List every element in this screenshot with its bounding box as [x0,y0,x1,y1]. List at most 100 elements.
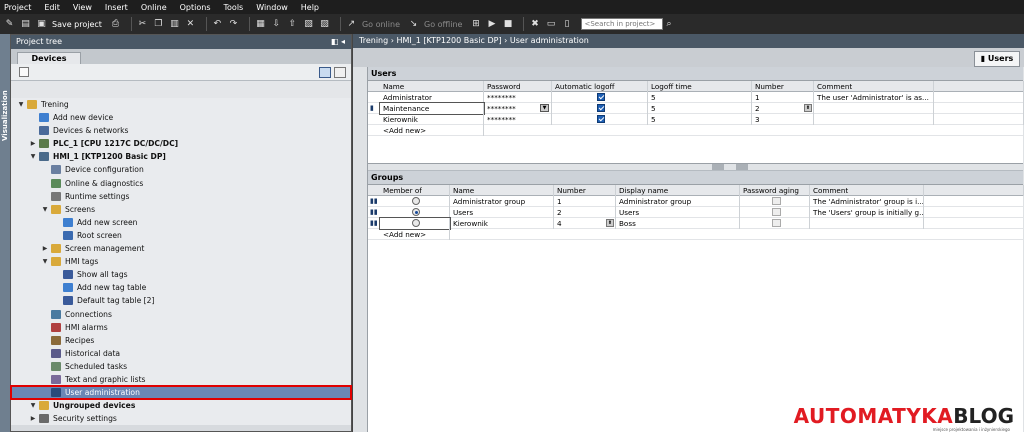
column-header[interactable] [924,185,1024,196]
tree-item[interactable]: Online & diagnostics [11,177,351,190]
upload-icon[interactable]: ⇧ [287,19,298,30]
table-row[interactable]: Administrator ******** 5 1 The user 'Adminis… [368,92,1024,103]
cell-name[interactable]: Administrator [380,92,484,103]
table-row[interactable]: Kierownik ******** 5 3 [368,114,1024,125]
menu-help[interactable]: Help [301,3,319,12]
tree-item[interactable]: Connections [11,308,351,321]
chevron-right-icon[interactable]: ▶ [41,242,49,255]
tree-item[interactable]: Add new device [11,111,351,124]
splitter-handle[interactable] [712,164,724,170]
tree-item[interactable]: ▼ Ungrouped devices [11,399,351,412]
column-header[interactable]: Number [752,81,814,92]
cell-comment[interactable] [810,218,924,229]
tree-item[interactable]: ▶ PLC_1 [CPU 1217C DC/DC/DC] [11,137,351,150]
delete-icon[interactable]: ✕ [185,19,196,30]
column-header[interactable]: Display name [616,185,740,196]
column-header[interactable]: Comment [814,81,934,92]
cell-aging[interactable] [740,207,810,218]
cell-comment[interactable]: The user 'Administrator' is as... [814,92,934,103]
compile-icon[interactable]: ▦ [255,19,266,30]
search-icon[interactable]: ⌕ [663,19,674,30]
tree-item[interactable]: ▼ HMI tags [11,255,351,268]
member-radio[interactable] [412,219,420,227]
cell-password[interactable]: ******** [484,92,552,103]
chevron-down-icon[interactable]: ▼ [29,399,37,412]
column-header[interactable]: Member of [380,185,450,196]
breadcrumb-item[interactable]: Trening [359,36,388,45]
split-horizontal-icon[interactable]: ▭ [545,19,556,30]
paste-icon[interactable]: ▥ [169,19,180,30]
cell-aging[interactable] [740,196,810,207]
cell-number[interactable]: 3 [752,114,814,125]
password-aging-checkbox[interactable] [771,219,781,227]
runtime-icon[interactable]: ▨ [319,19,330,30]
table-row[interactable]: ▮▮ Administrator group 1 Administrator grou… [368,196,1023,207]
visualization-strip[interactable]: Visualization [0,34,10,432]
column-header[interactable] [934,81,1024,92]
column-header[interactable]: Password aging [740,185,810,196]
cell-auto-logoff[interactable] [552,114,648,125]
cell-password[interactable]: ******** ▼ [484,103,552,114]
tree-item[interactable]: Root screen [11,229,351,242]
cell-name[interactable]: Kierownik [450,218,554,229]
cell-number[interactable]: 1 [752,92,814,103]
cell-number[interactable]: 1 [554,196,616,207]
column-header[interactable]: Logoff time [648,81,752,92]
cell-name[interactable]: Users [450,207,554,218]
search-input[interactable] [581,18,664,30]
chevron-down-icon[interactable]: ▼ [29,150,37,163]
tree-item[interactable]: Scheduled tasks [11,360,351,373]
cell-display[interactable]: Boss [616,218,740,229]
cell-comment[interactable] [814,103,934,114]
cell-comment[interactable]: The 'Users' group is initially g... [810,207,924,218]
tab-users[interactable]: ▮ Users [974,51,1020,67]
undo-icon[interactable]: ↶ [212,19,223,30]
tree-item[interactable]: Show all tags [11,268,351,281]
menu-insert[interactable]: Insert [105,3,128,12]
tree-item[interactable]: Runtime settings [11,190,351,203]
save-project-button[interactable]: Save project [52,20,102,29]
stepper-icon[interactable]: ⬍ [804,104,812,112]
column-header[interactable]: Name [450,185,554,196]
stepper-icon[interactable]: ⬍ [606,219,614,227]
chevron-right-icon[interactable]: ▶ [29,412,37,425]
tree-item[interactable]: ▶ Security settings [11,412,351,425]
add-new-row[interactable]: <Add new> [368,229,1023,240]
cell-name[interactable]: Kierownik [380,114,484,125]
cell-logoff-time[interactable]: 5 [648,92,752,103]
download-icon[interactable]: ⇩ [271,19,282,30]
cell-display[interactable]: Administrator group [616,196,740,207]
cell-logoff-time[interactable]: 5 [648,114,752,125]
table-row[interactable]: ▮▮ Users 2 Users The 'Users' group is initia… [368,207,1023,218]
tree-item[interactable]: Add new tag table [11,281,351,294]
menu-window[interactable]: Window [256,3,288,12]
stop-cpu-icon[interactable]: ■ [502,19,513,30]
cell-comment[interactable] [814,114,934,125]
chevron-down-icon[interactable]: ▼ [41,203,49,216]
chevron-down-icon[interactable]: ▼ [41,255,49,268]
table-row[interactable]: ▮▮ Kierownik 4 ⬍ Boss [368,217,1023,230]
new-project-icon[interactable]: ✎ [4,19,15,30]
cell-auto-logoff[interactable] [552,103,648,114]
go-online-icon[interactable]: ↗ [346,19,357,30]
tree-item[interactable]: Default tag table [2] [11,294,351,307]
table-row[interactable]: ▮ Maintenance ******** ▼ 5 2 ⬍ [368,102,1024,115]
cell-comment[interactable]: The 'Administrator' group is i... [810,196,924,207]
tree-item[interactable]: Add new screen [11,216,351,229]
menu-view[interactable]: View [73,3,92,12]
cell-number[interactable]: 2 ⬍ [752,103,814,114]
menu-edit[interactable]: Edit [44,3,60,12]
tree-item[interactable]: ▼ HMI_1 [KTP1200 Basic DP] [11,150,351,163]
cell-number[interactable]: 4 ⬍ [554,218,616,229]
tree-item[interactable]: Text and graphic lists [11,373,351,386]
cell-member[interactable] [380,207,450,218]
accessible-devices-icon[interactable]: ⊞ [470,19,481,30]
chevron-right-icon[interactable]: ▶ [29,137,37,150]
tree-item[interactable]: HMI alarms [11,321,351,334]
splitter-handle[interactable] [736,164,748,170]
save-icon[interactable]: ▣ [36,19,47,30]
column-header[interactable]: Password [484,81,552,92]
column-header[interactable]: Name [380,81,484,92]
column-header[interactable]: Comment [810,185,924,196]
tree-item[interactable]: ▼ Screens [11,203,351,216]
